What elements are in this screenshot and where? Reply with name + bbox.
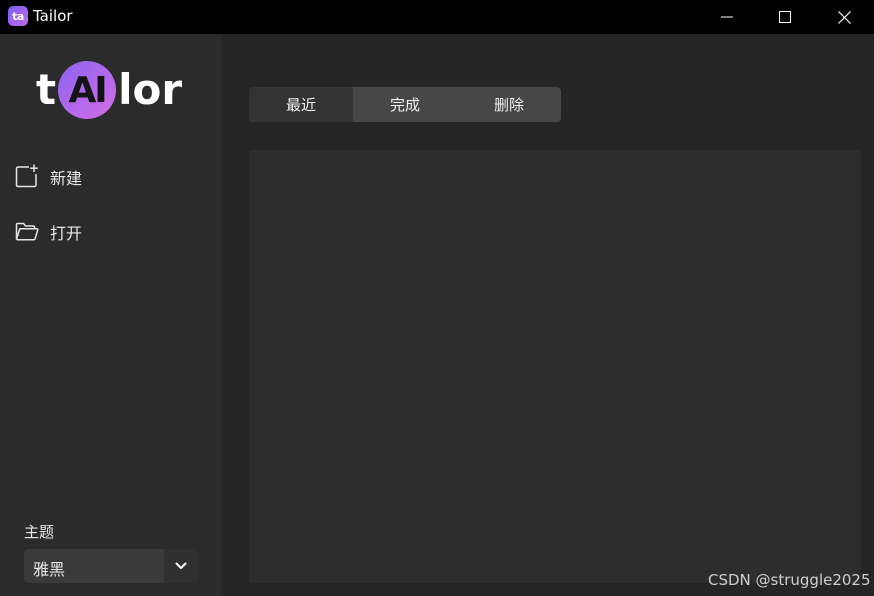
tailor-logo: t AI lor [36, 58, 196, 122]
close-icon [837, 10, 851, 24]
logo-ai-circle: AI [58, 61, 117, 119]
logo-prefix: t [36, 65, 57, 114]
theme-label: 主题 [24, 523, 55, 541]
theme-select-value: 雅黑 [33, 560, 66, 579]
app-window: ta Tailor t AI lor 新建 打开 主题 雅黑 最近 完成 删除 … [0, 0, 874, 596]
app-logo-icon: ta [8, 6, 28, 26]
theme-select[interactable]: 雅黑 [24, 549, 198, 583]
close-button[interactable] [821, 0, 867, 34]
window-title: Tailor [33, 7, 73, 25]
watermark: CSDN @struggle2025 [708, 571, 871, 589]
minimize-icon [721, 16, 733, 18]
content-panel [249, 150, 861, 583]
tab-deleted[interactable]: 删除 [457, 87, 561, 122]
folder-open-icon [15, 222, 39, 241]
logo-suffix: lor [118, 65, 183, 114]
title-bar[interactable]: ta Tailor [0, 0, 874, 34]
new-file-icon [15, 164, 38, 188]
minimize-button[interactable] [704, 0, 750, 34]
theme-select-toggle[interactable] [164, 549, 198, 583]
sidebar-item-label: 打开 [50, 224, 83, 243]
maximize-icon [779, 11, 791, 23]
chevron-down-icon [175, 562, 187, 569]
maximize-button[interactable] [762, 0, 808, 34]
sidebar-item-open[interactable]: 打开 [0, 210, 222, 250]
tab-recent[interactable]: 最近 [249, 87, 353, 122]
tab-done[interactable]: 完成 [353, 87, 457, 122]
sidebar-item-new[interactable]: 新建 [0, 155, 222, 195]
tab-bar: 最近 完成 删除 [249, 87, 561, 122]
sidebar-item-label: 新建 [50, 169, 83, 188]
